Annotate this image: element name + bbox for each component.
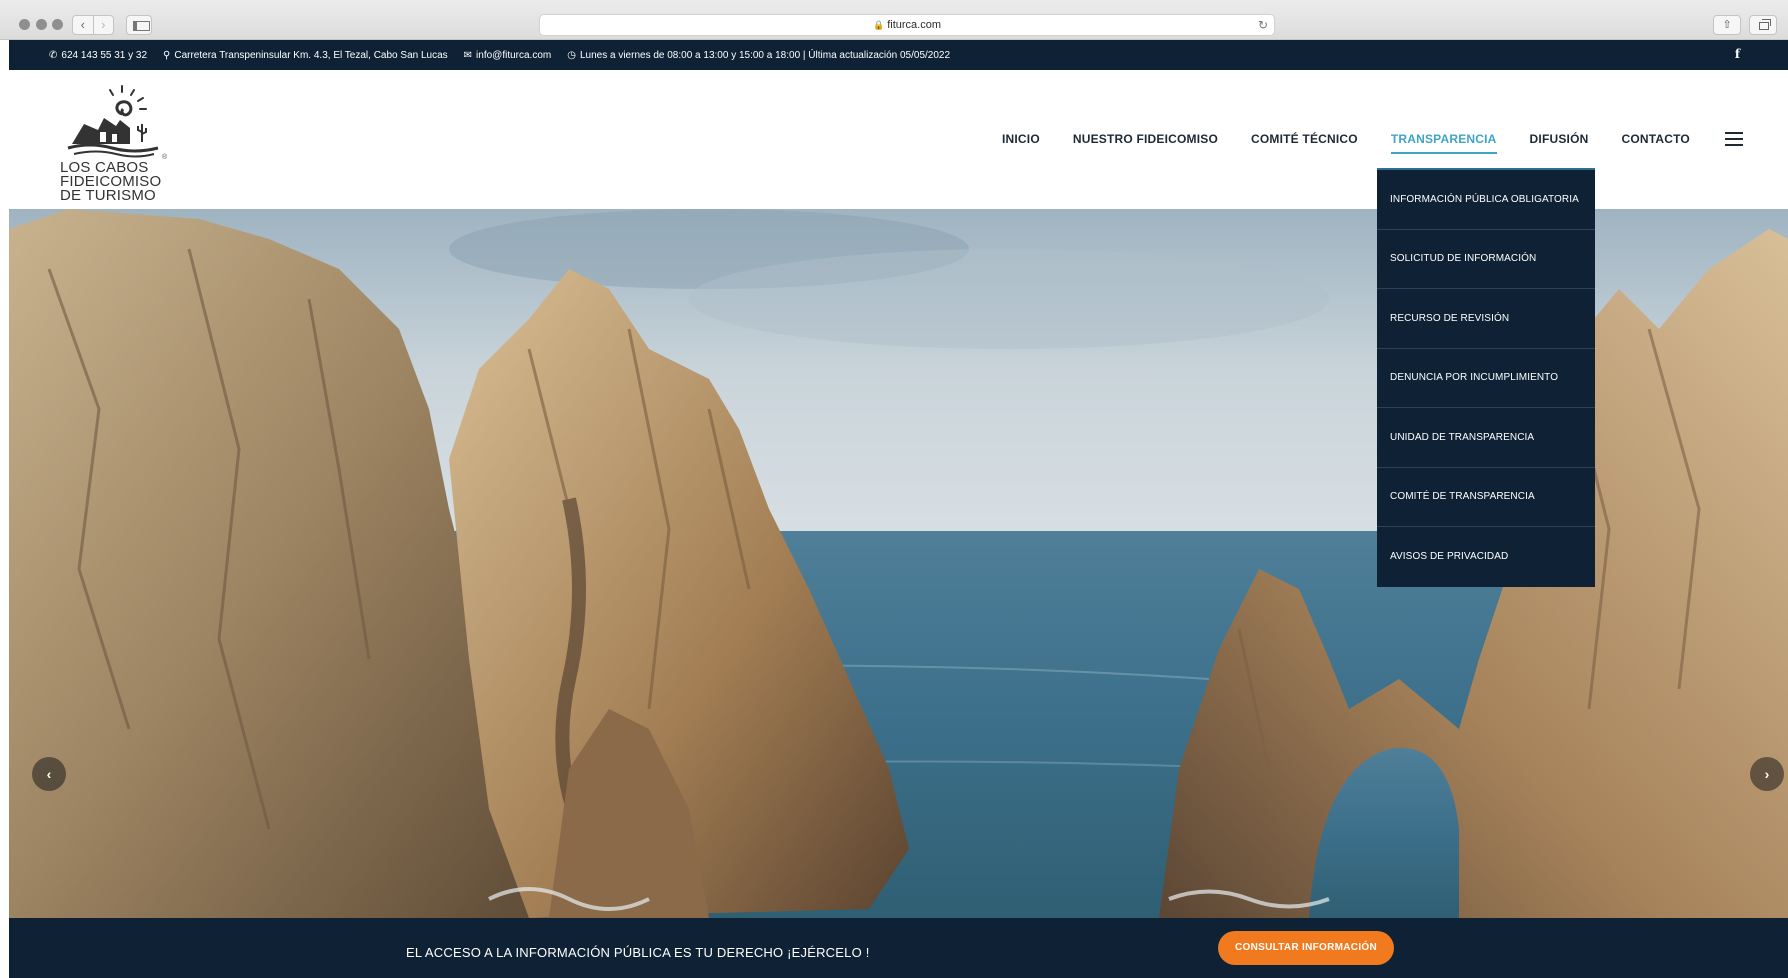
- map-pin-icon: ⚲: [163, 49, 171, 61]
- dropdown-item-denuncia[interactable]: DENUNCIA POR INCUMPLIMIENTO: [1377, 349, 1595, 408]
- contact-info-bar: ✆ 624 143 55 31 y 32 ⚲ Carretera Transpe…: [9, 40, 1788, 70]
- envelope-icon: ✉: [463, 49, 473, 61]
- address-bar[interactable]: 🔒 fiturca.com ↻: [539, 14, 1275, 36]
- main-navigation: INICIO NUESTRO FIDEICOMISO COMITÉ TÉCNIC…: [1002, 132, 1723, 154]
- forward-icon[interactable]: ›: [92, 16, 114, 34]
- site-logo[interactable]: ® LOS CABOS FIDEICOMISO DE TURISMO: [60, 84, 172, 204]
- dropdown-item-unidad-transparencia[interactable]: UNIDAD DE TRANSPARENCIA: [1377, 408, 1595, 468]
- info-banner: EL ACCESO A LA INFORMACIÓN PÚBLICA ES TU…: [9, 918, 1788, 978]
- logo-line-3: DE TURISMO: [60, 187, 156, 204]
- maximize-window-button[interactable]: [52, 19, 63, 30]
- banner-message: EL ACCESO A LA INFORMACIÓN PÚBLICA ES TU…: [406, 945, 870, 960]
- slider-prev-button[interactable]: ‹: [32, 757, 66, 791]
- nav-transparencia[interactable]: TRANSPARENCIA: [1390, 132, 1497, 154]
- minimize-window-button[interactable]: [36, 19, 47, 30]
- browser-toolbar: ‹ › 🔒 fiturca.com ↻ ⇧: [0, 0, 1788, 40]
- close-window-button[interactable]: [19, 19, 30, 30]
- logo-mark-icon: [67, 85, 159, 158]
- phone-icon: ✆: [49, 49, 58, 61]
- address-info: ⚲ Carretera Transpeninsular Km. 4.3, El …: [163, 50, 448, 61]
- share-icon[interactable]: ⇧: [1713, 15, 1741, 35]
- facebook-icon[interactable]: f: [1735, 47, 1740, 61]
- tabs-overview-icon[interactable]: [1749, 15, 1777, 35]
- transparencia-dropdown: INFORMACIÓN PÚBLICA OBLIGATORIA SOLICITU…: [1377, 168, 1595, 587]
- dropdown-item-recurso-revision[interactable]: RECURSO DE REVISIÓN: [1377, 289, 1595, 349]
- dropdown-item-avisos-privacidad[interactable]: AVISOS DE PRIVACIDAD: [1377, 527, 1595, 587]
- nav-comite-tecnico[interactable]: COMITÉ TÉCNICO: [1251, 132, 1358, 154]
- email-text: info@fiturca.com: [476, 49, 552, 61]
- history-buttons: ‹ ›: [72, 15, 114, 35]
- nav-contacto[interactable]: CONTACTO: [1621, 132, 1690, 154]
- phone-info[interactable]: ✆ 624 143 55 31 y 32: [49, 50, 147, 61]
- reload-icon[interactable]: ↻: [1258, 15, 1268, 35]
- url-text: fiturca.com: [887, 19, 941, 31]
- hours-text: Lunes a viernes de 08:00 a 13:00 y 15:00…: [579, 49, 951, 61]
- address-text: Carretera Transpeninsular Km. 4.3, El Te…: [174, 49, 448, 61]
- lock-icon: 🔒: [872, 20, 885, 30]
- phone-text: 624 143 55 31 y 32: [61, 49, 148, 61]
- consultar-informacion-button[interactable]: CONSULTAR INFORMACIÓN: [1218, 931, 1394, 965]
- logo-registered-mark: ®: [162, 154, 168, 161]
- dropdown-item-solicitud-informacion[interactable]: SOLICITUD DE INFORMACIÓN: [1377, 230, 1595, 289]
- nav-inicio[interactable]: INICIO: [1002, 132, 1040, 154]
- email-info[interactable]: ✉ info@fiturca.com: [464, 50, 552, 61]
- nav-nuestro-fideicomiso[interactable]: NUESTRO FIDEICOMISO: [1073, 132, 1218, 154]
- back-icon[interactable]: ‹: [73, 16, 93, 34]
- hours-info: ◷ Lunes a viernes de 08:00 a 13:00 y 15:…: [567, 50, 950, 61]
- dropdown-item-informacion-publica[interactable]: INFORMACIÓN PÚBLICA OBLIGATORIA: [1377, 170, 1595, 230]
- hamburger-menu-icon[interactable]: [1725, 132, 1743, 146]
- dropdown-item-comite-transparencia[interactable]: COMITÉ DE TRANSPARENCIA: [1377, 468, 1595, 527]
- logo-wordmark: LOS CABOS FIDEICOMISO DE TURISMO: [60, 160, 172, 204]
- sidebar-toggle-icon[interactable]: [126, 15, 152, 35]
- slider-next-button[interactable]: ›: [1750, 757, 1784, 791]
- clock-icon: ◷: [567, 49, 576, 61]
- nav-difusion[interactable]: DIFUSIÓN: [1530, 132, 1589, 154]
